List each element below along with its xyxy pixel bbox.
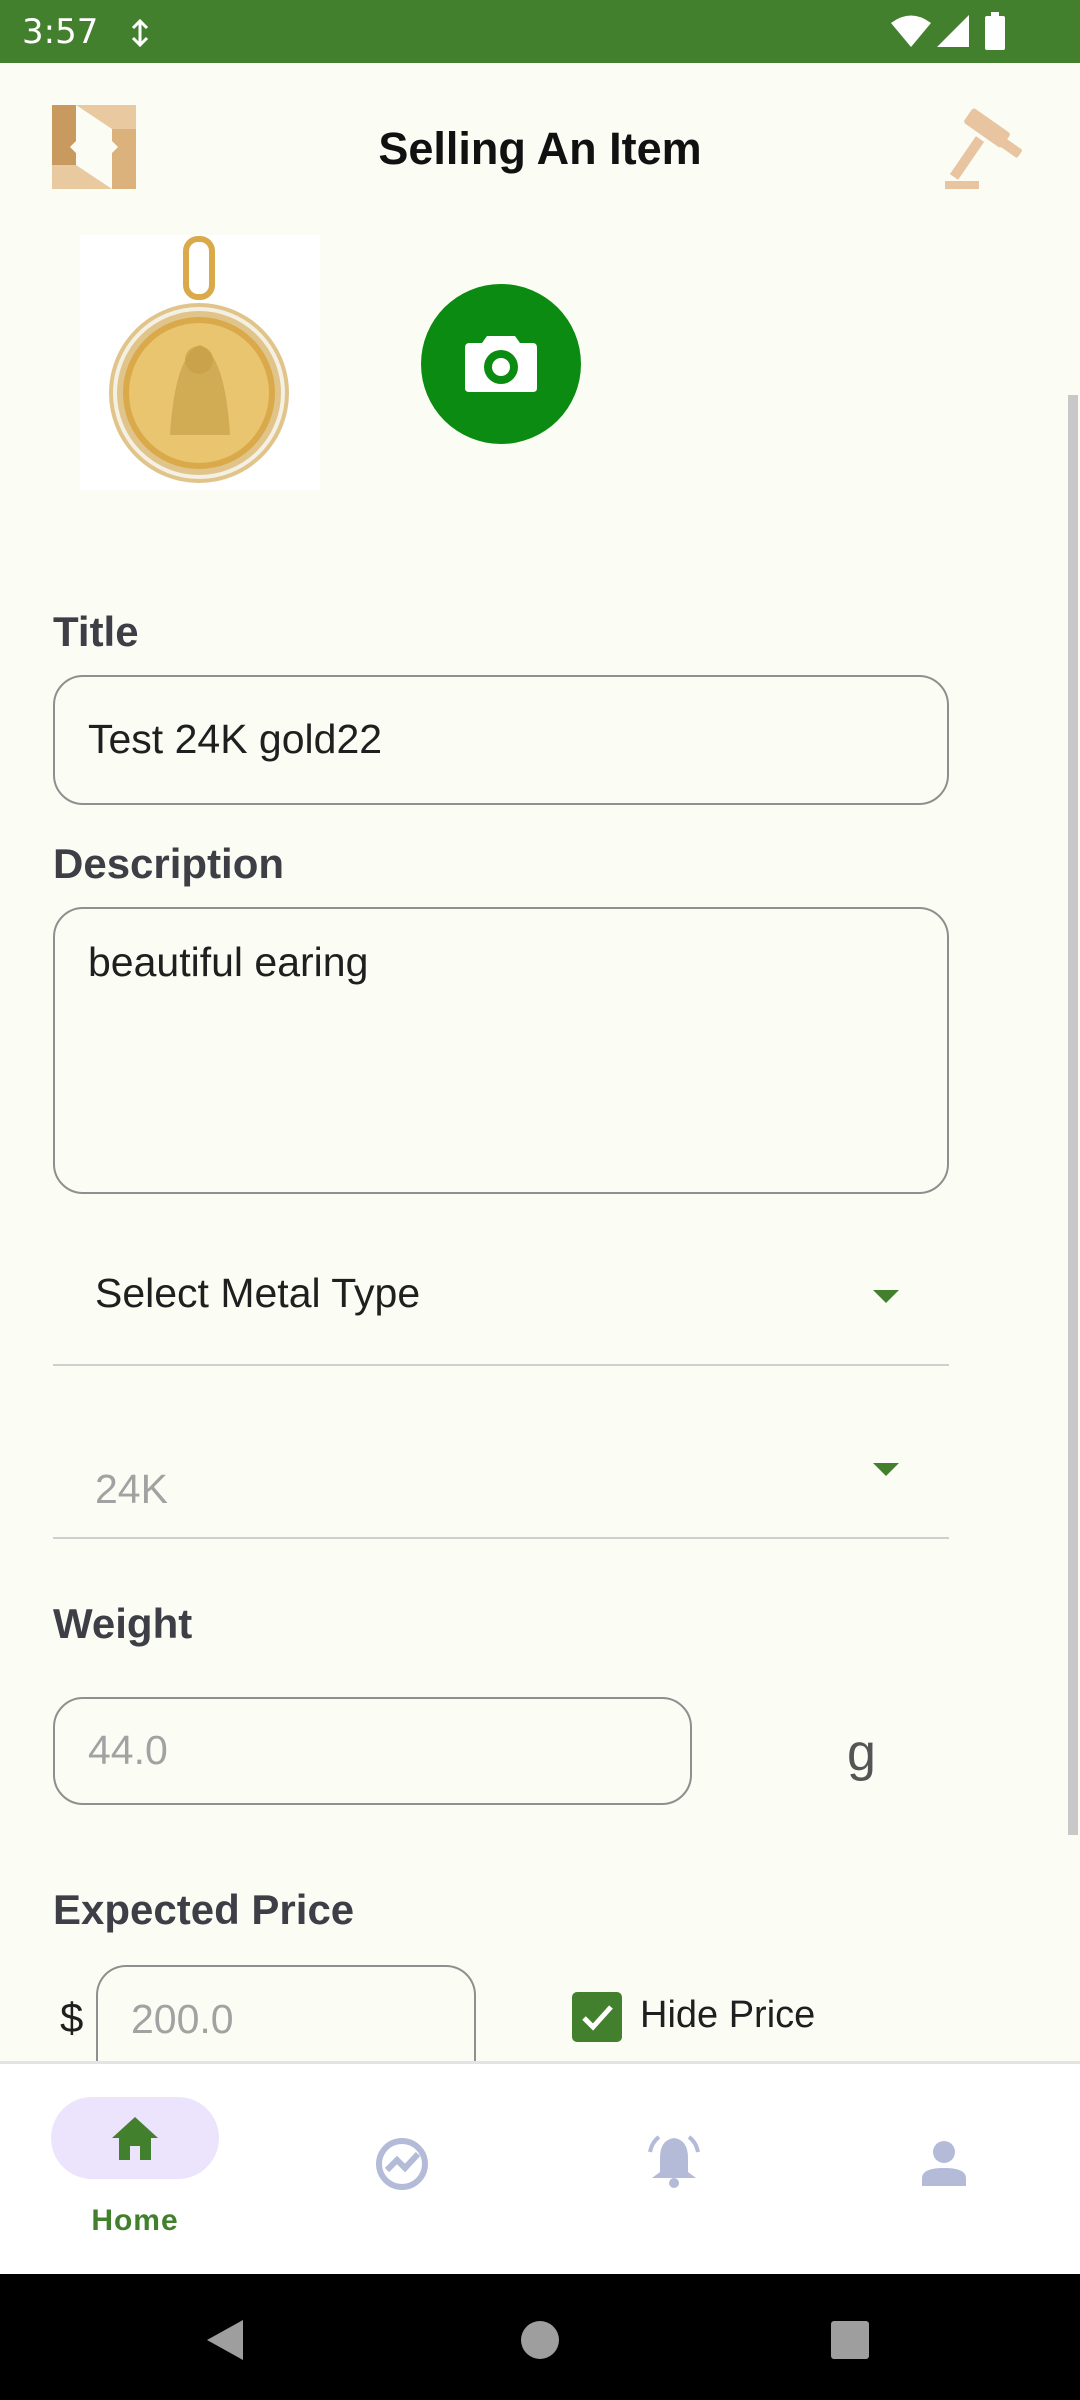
back-icon[interactable] — [205, 2318, 245, 2367]
nav-item-profile[interactable] — [810, 2064, 1080, 2277]
nav-label-home: Home — [91, 2204, 179, 2237]
home-icon — [110, 2114, 160, 2167]
status-time: 3:57 — [22, 12, 99, 52]
weight-input[interactable]: 44.0 — [53, 1697, 692, 1805]
weight-label: Weight — [53, 1600, 193, 1647]
karat-dropdown[interactable]: 24K — [53, 1396, 949, 1539]
description-input[interactable]: beautiful earing — [53, 907, 949, 1194]
hide-price-label: Hide Price — [640, 1994, 816, 2036]
recents-icon[interactable] — [830, 2320, 870, 2365]
home-circle-icon[interactable] — [520, 2320, 560, 2365]
trending-icon — [374, 2136, 430, 2197]
page-title: Selling An Item — [378, 123, 702, 174]
wifi-icon — [890, 14, 932, 53]
weight-unit-label: g — [847, 1724, 876, 1782]
chevron-down-icon — [873, 1463, 899, 1476]
bottom-nav: Home — [0, 2061, 1080, 2274]
person-icon — [920, 2140, 968, 2191]
camera-button[interactable] — [421, 284, 581, 444]
system-nav-bar — [0, 2274, 1080, 2400]
data-saver-icon — [128, 18, 152, 53]
nav-item-trends[interactable] — [270, 2064, 540, 2277]
signal-icon — [936, 14, 970, 53]
title-label: Title — [53, 608, 139, 655]
currency-symbol: $ — [60, 1994, 84, 2041]
bell-icon — [646, 2134, 702, 2195]
app-bar: Selling An Item — [0, 63, 1080, 233]
product-image[interactable] — [80, 235, 320, 490]
description-label: Description — [53, 840, 285, 887]
battery-icon — [984, 12, 1006, 55]
nav-item-home[interactable]: Home — [0, 2064, 270, 2277]
hide-price-checkbox[interactable] — [572, 1992, 622, 2042]
price-input[interactable]: 200.0 — [96, 1965, 476, 2061]
expected-price-label: Expected Price — [53, 1886, 355, 1933]
metal-type-dropdown[interactable]: Select Metal Type — [53, 1224, 949, 1366]
metal-type-value: Select Metal Type — [95, 1270, 421, 1316]
nav-item-notifications[interactable] — [540, 2064, 810, 2277]
karat-value: 24K — [95, 1466, 168, 1512]
title-input[interactable]: Test 24K gold22 — [53, 675, 949, 805]
gavel-icon[interactable] — [940, 103, 1030, 193]
scrollbar[interactable] — [1068, 395, 1078, 1835]
status-bar: 3:57 — [0, 0, 1080, 63]
chevron-down-icon — [873, 1290, 899, 1303]
